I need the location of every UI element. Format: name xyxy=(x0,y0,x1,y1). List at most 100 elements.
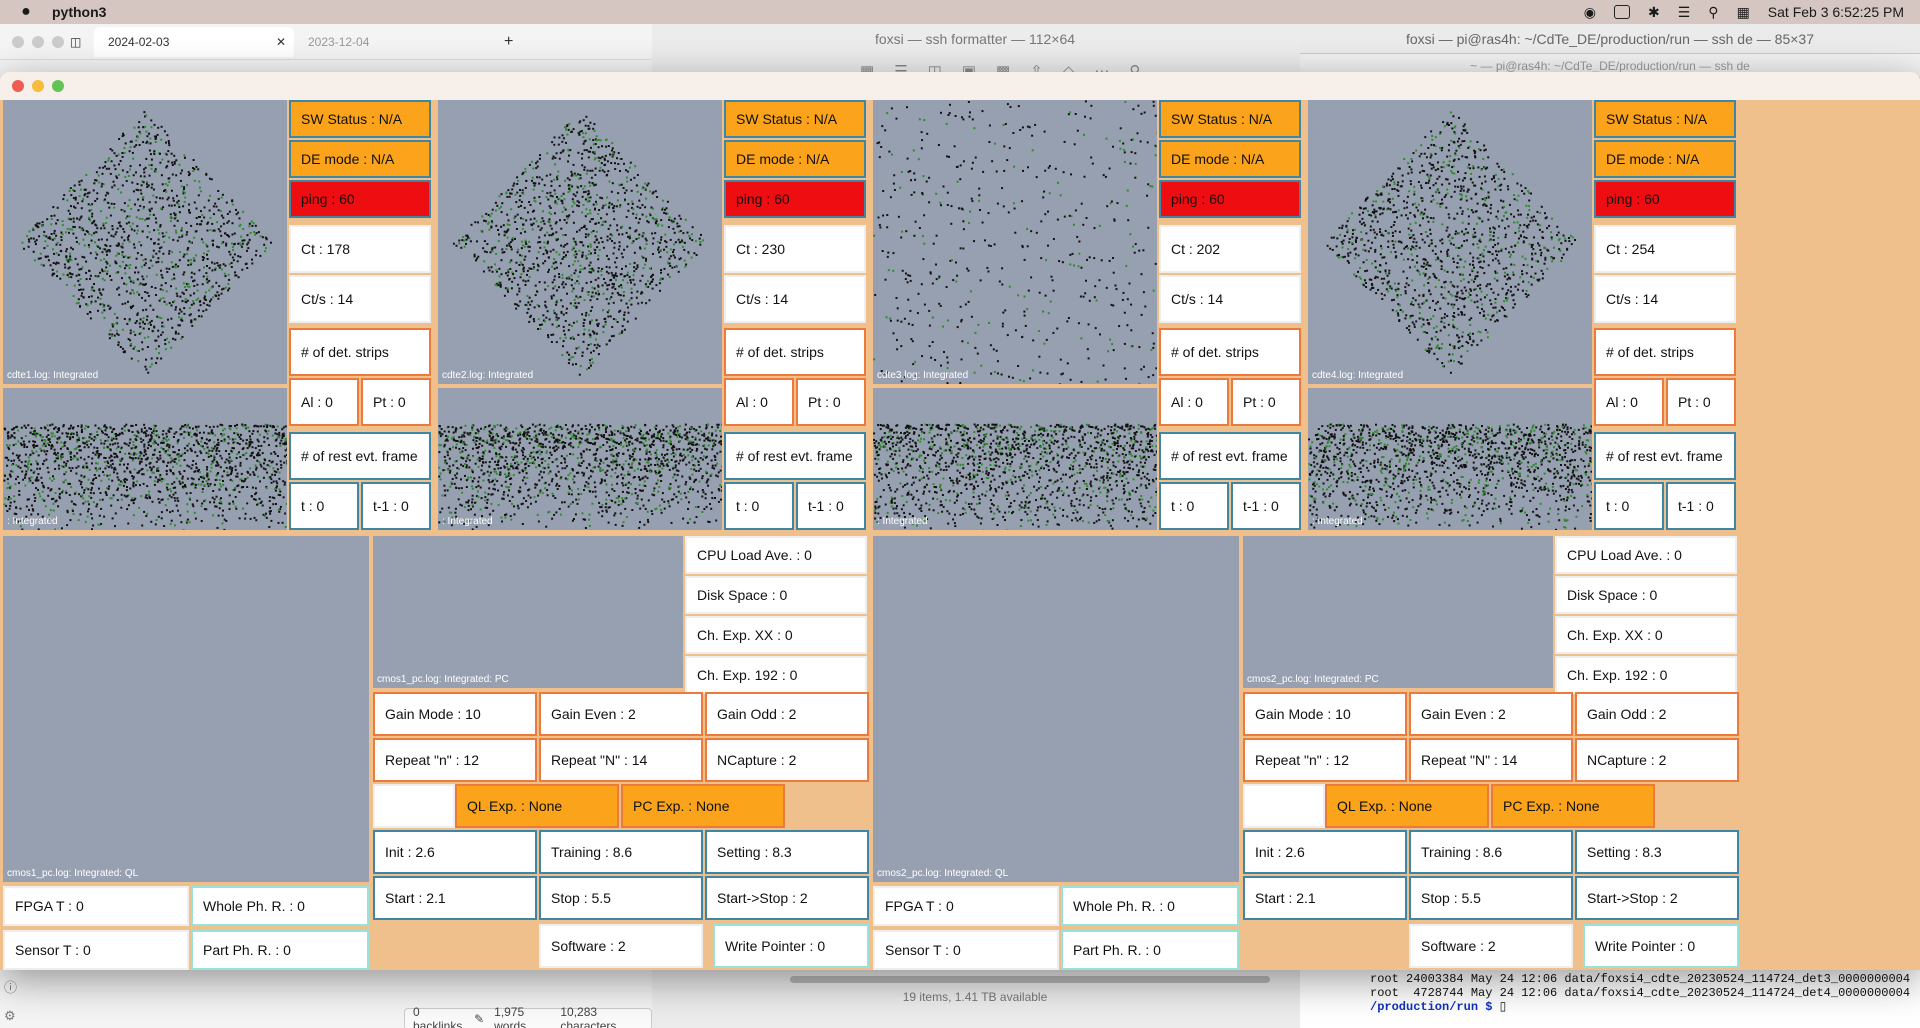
pixel-mark xyxy=(30,427,33,430)
pixel-mark xyxy=(505,244,508,247)
edit-icon[interactable]: ✎ xyxy=(474,1012,484,1026)
pixel-mark xyxy=(626,320,629,323)
pixel-mark xyxy=(126,171,129,174)
pixel-mark xyxy=(539,229,542,231)
minimize-button[interactable] xyxy=(32,80,44,92)
clock[interactable]: Sat Feb 3 6:52:25 PM xyxy=(1768,4,1904,20)
wifi-icon[interactable]: ☰ xyxy=(1678,4,1691,21)
pixel-mark xyxy=(156,480,159,483)
record-icon[interactable]: ◉ xyxy=(1584,4,1596,21)
cdte-image-2[interactable]: cdte2.log: Integrated xyxy=(438,100,722,384)
pixel-mark xyxy=(591,291,594,294)
pixel-mark xyxy=(253,456,255,459)
pixel-mark xyxy=(83,458,86,461)
finder-scrollbar[interactable] xyxy=(790,976,1270,983)
pixel-mark xyxy=(261,452,264,455)
pixel-mark xyxy=(22,440,25,443)
pixel-mark xyxy=(564,442,567,444)
backlinks-count[interactable]: 0 backlinks xyxy=(413,1005,464,1028)
pixel-mark xyxy=(35,445,37,447)
pixel-mark xyxy=(212,514,215,517)
app-name[interactable]: python3 xyxy=(52,4,106,20)
pixel-mark xyxy=(111,186,114,189)
pixel-mark xyxy=(574,282,577,285)
pixel-mark xyxy=(155,252,158,255)
tab-2023-12-04[interactable]: 2023-12-04 xyxy=(294,27,494,57)
close-button[interactable] xyxy=(12,80,24,92)
pixel-mark xyxy=(514,237,516,240)
pixel-mark xyxy=(612,318,615,320)
pixel-mark xyxy=(33,446,36,449)
pixel-mark xyxy=(171,278,173,281)
pixel-mark xyxy=(158,247,161,250)
pixel-mark xyxy=(34,224,37,227)
pixel-mark xyxy=(82,466,84,469)
help-icon[interactable]: ⓘ xyxy=(4,974,17,1002)
pixel-mark xyxy=(146,469,149,472)
pixel-mark xyxy=(577,186,580,189)
pixel-mark xyxy=(601,207,604,209)
pixel-mark xyxy=(218,479,221,481)
pixel-mark xyxy=(597,258,600,261)
pixel-mark xyxy=(610,162,613,164)
pixel-mark xyxy=(668,218,671,221)
pixel-mark xyxy=(92,501,95,504)
pixel-mark xyxy=(594,278,597,281)
pixel-mark xyxy=(27,468,29,471)
pixel-mark xyxy=(682,232,685,235)
cdte-spectrum-2[interactable]: : Integrated xyxy=(438,388,722,530)
pixel-mark xyxy=(567,128,570,131)
minimize-button[interactable] xyxy=(32,35,44,48)
pixel-mark xyxy=(714,429,717,432)
pixel-mark xyxy=(234,271,236,274)
zoom-button[interactable] xyxy=(52,80,64,92)
pixel-mark xyxy=(233,243,236,246)
pixel-mark xyxy=(711,466,714,469)
bluetooth-icon[interactable]: ✱ xyxy=(1648,4,1660,21)
pixel-mark xyxy=(251,446,254,449)
display-icon[interactable] xyxy=(1614,5,1630,19)
pixel-mark xyxy=(162,460,165,463)
pixel-mark xyxy=(477,495,480,498)
pixel-mark xyxy=(261,504,264,507)
apple-icon[interactable]: ● xyxy=(0,3,52,21)
close-button[interactable] xyxy=(12,35,24,48)
pixel-mark xyxy=(241,239,244,242)
pixel-mark xyxy=(173,497,176,499)
new-tab-icon[interactable]: + xyxy=(494,33,513,51)
search-icon[interactable]: ⚲ xyxy=(1708,4,1718,21)
pixel-mark xyxy=(96,197,99,200)
pixel-mark xyxy=(35,487,37,490)
python-gui-window[interactable]: cdte1.log: Integrated: Integrated SW Stat… xyxy=(0,72,1920,970)
pixel-mark xyxy=(279,505,282,508)
pixel-mark xyxy=(637,302,640,305)
cdte-image-1[interactable]: cdte1.log: Integrated xyxy=(3,100,287,384)
pixel-mark xyxy=(155,460,158,463)
pixel-mark xyxy=(628,237,631,240)
control-center-icon[interactable]: ▦ xyxy=(1737,4,1750,21)
pixel-mark xyxy=(258,461,261,464)
pixel-mark xyxy=(13,432,16,434)
pixel-mark xyxy=(672,220,675,223)
pixel-mark xyxy=(223,518,226,521)
pixel-mark xyxy=(699,243,702,246)
pixel-mark xyxy=(548,211,551,214)
pixel-mark xyxy=(246,447,249,450)
terminal-output[interactable]: root 24003384 May 24 12:06 data/foxsi4_c… xyxy=(1370,972,1910,1014)
pixel-mark xyxy=(500,193,503,196)
pixel-mark xyxy=(168,494,171,497)
zoom-button[interactable] xyxy=(52,35,64,48)
pixel-mark xyxy=(623,474,626,477)
tab-2024-02-03[interactable]: 2024-02-03 ✕ xyxy=(94,26,294,57)
close-icon[interactable]: ✕ xyxy=(276,35,286,49)
pixel-mark xyxy=(715,434,718,437)
cdte-spectrum-1[interactable]: : Integrated xyxy=(3,388,287,530)
settings-icon[interactable]: ⚙ xyxy=(4,1002,17,1028)
notes-side-icons: ⓘ ⚙ xyxy=(4,974,17,1028)
pixel-mark xyxy=(203,448,206,451)
pixel-mark xyxy=(197,216,200,218)
pixel-mark xyxy=(97,309,99,312)
sidebar-toggle-icon[interactable]: ◫ xyxy=(70,35,94,49)
pixel-mark xyxy=(84,500,87,503)
pixel-mark xyxy=(499,284,502,286)
